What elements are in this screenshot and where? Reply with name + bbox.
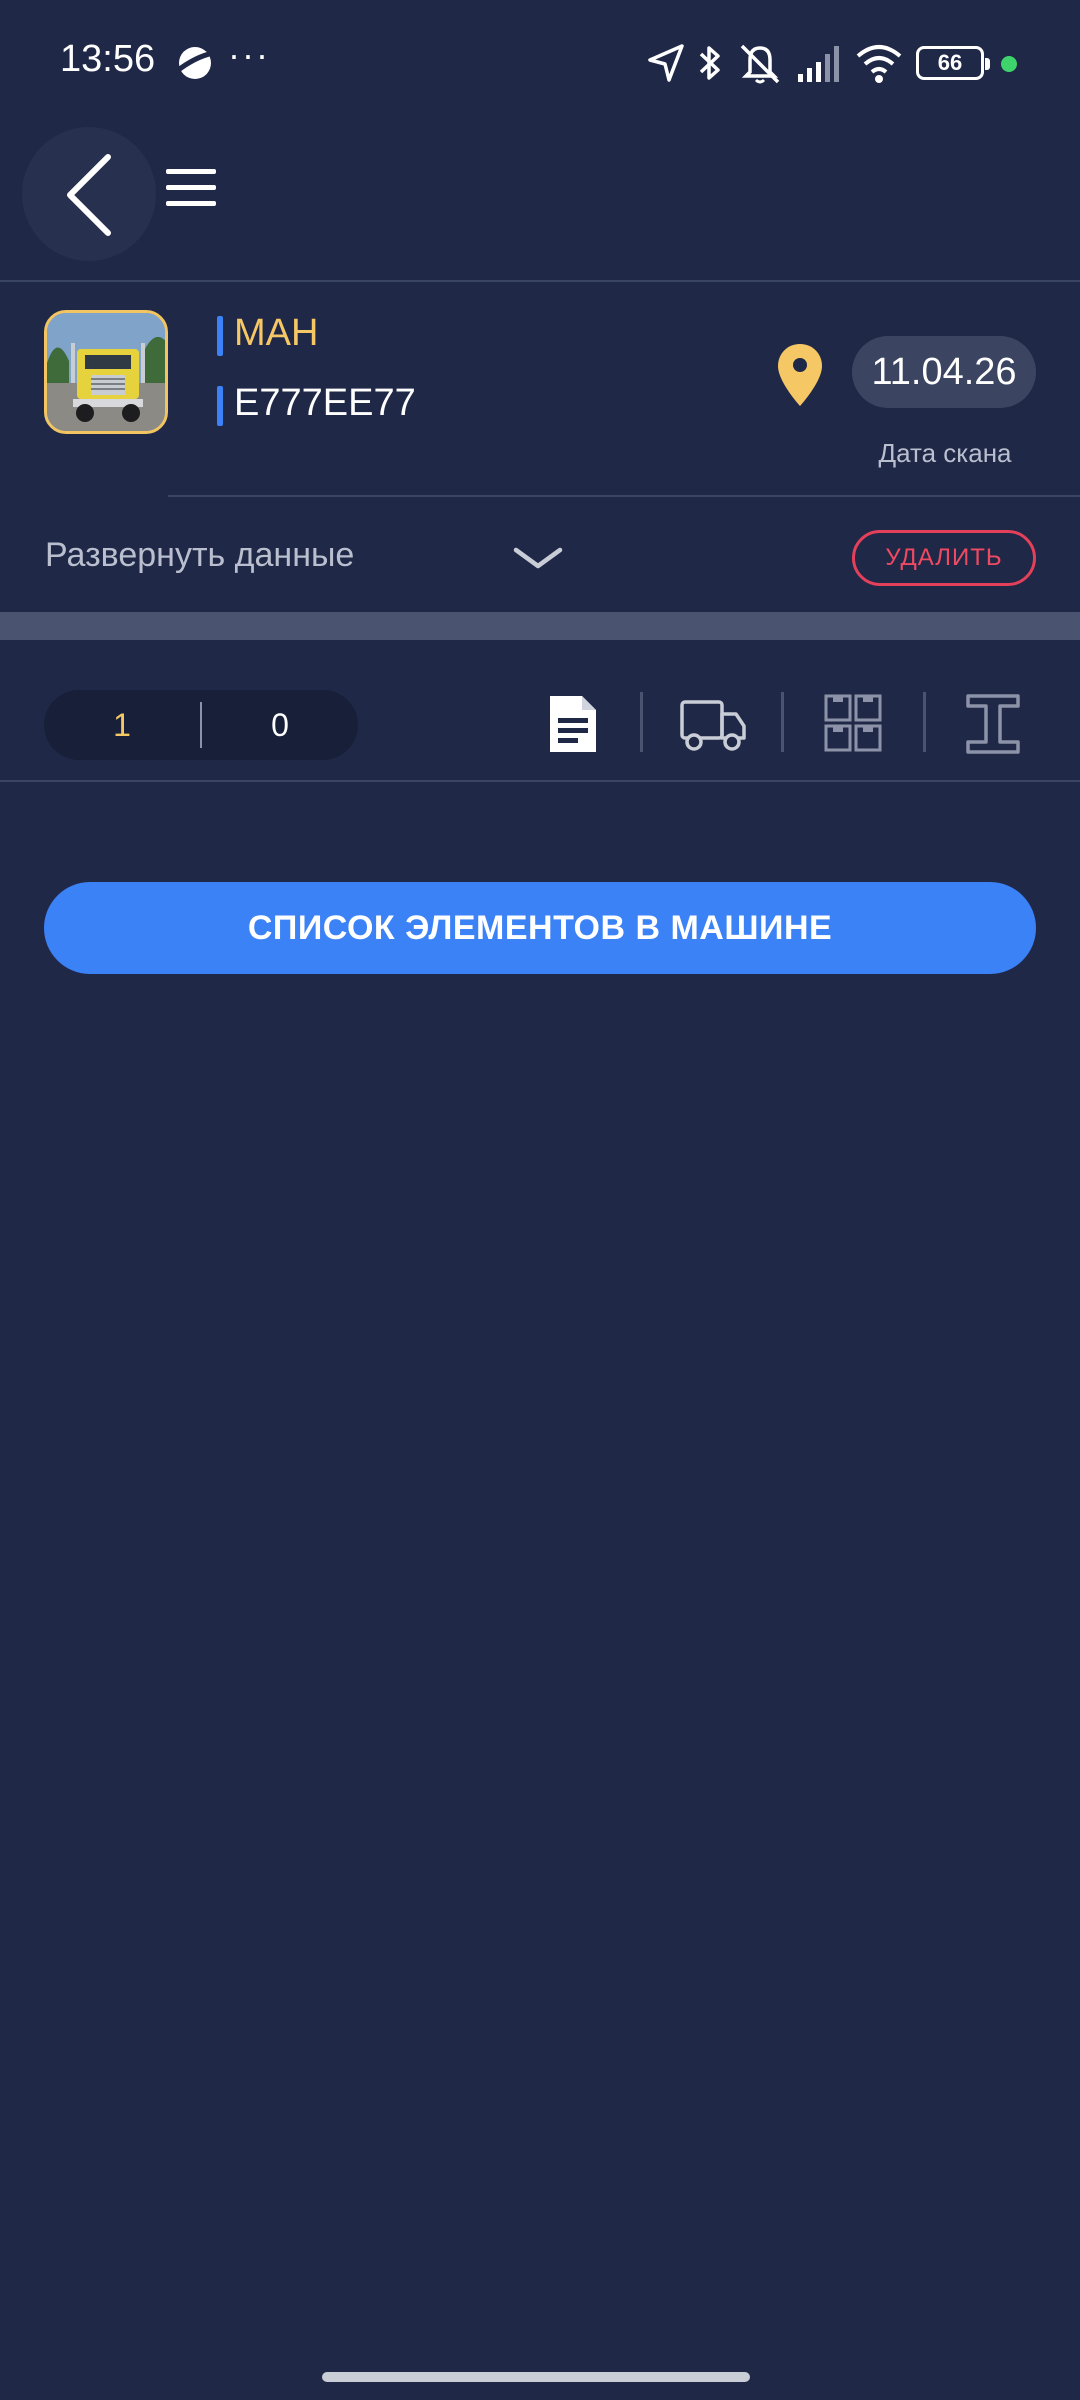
status-bar: 13:56 ··· 66	[0, 0, 1080, 105]
truck-photo	[47, 313, 165, 431]
back-chevron-icon	[67, 154, 111, 236]
location-pin-icon[interactable]	[776, 342, 824, 408]
toolbar-divider	[923, 692, 926, 752]
count-secondary: 0	[271, 707, 289, 743]
truck-icon[interactable]	[678, 692, 748, 756]
toolbar-divider	[640, 692, 643, 752]
name-accent-bar	[217, 316, 223, 356]
plate-accent-bar	[217, 386, 223, 426]
chevron-down-icon[interactable]	[512, 544, 564, 574]
card-divider	[168, 495, 1080, 497]
count-primary: 1	[113, 707, 131, 743]
grid-boxes-icon[interactable]	[820, 692, 886, 756]
expand-data-toggle[interactable]: Развернуть данные	[45, 536, 354, 575]
toolbar-divider	[781, 692, 784, 752]
document-icon[interactable]	[540, 692, 606, 756]
app-bar	[0, 105, 1080, 282]
i-beam-icon[interactable]	[960, 692, 1026, 756]
home-indicator[interactable]	[322, 2372, 750, 2382]
battery-icon: 66	[916, 46, 990, 80]
status-time: 13:56	[60, 38, 156, 80]
scan-date-label: Дата скана	[878, 438, 1012, 468]
vehicle-name: МАН	[234, 312, 319, 354]
bluetooth-icon	[699, 46, 720, 80]
vehicle-thumbnail[interactable]	[44, 310, 168, 434]
signal-icon	[798, 46, 839, 82]
wifi-icon	[856, 45, 902, 83]
more-notifications: ···	[228, 34, 270, 75]
view-toolbar: 1 0	[0, 640, 1080, 782]
vehicle-elements-list-button[interactable]: СПИСОК ЭЛЕМЕНТОВ В МАШИНЕ	[44, 882, 1036, 974]
scan-date-chip: 11.04.26	[852, 336, 1036, 408]
location-arrow-icon	[648, 44, 684, 82]
back-button[interactable]	[22, 127, 156, 261]
delete-button[interactable]: УДАЛИТЬ	[852, 530, 1036, 586]
counter-pill: 1 0	[44, 690, 358, 760]
privacy-dot-icon	[1001, 56, 1017, 72]
section-separator	[0, 612, 1080, 640]
hamburger-menu-icon[interactable]	[162, 163, 220, 213]
vehicle-plate: Е777ЕЕ77	[234, 382, 416, 424]
bell-off-icon	[740, 44, 780, 84]
planet-icon	[175, 47, 214, 79]
vehicle-card: МАН Е777ЕЕ77 11.04.26 Дата скана Разверн…	[0, 282, 1080, 612]
